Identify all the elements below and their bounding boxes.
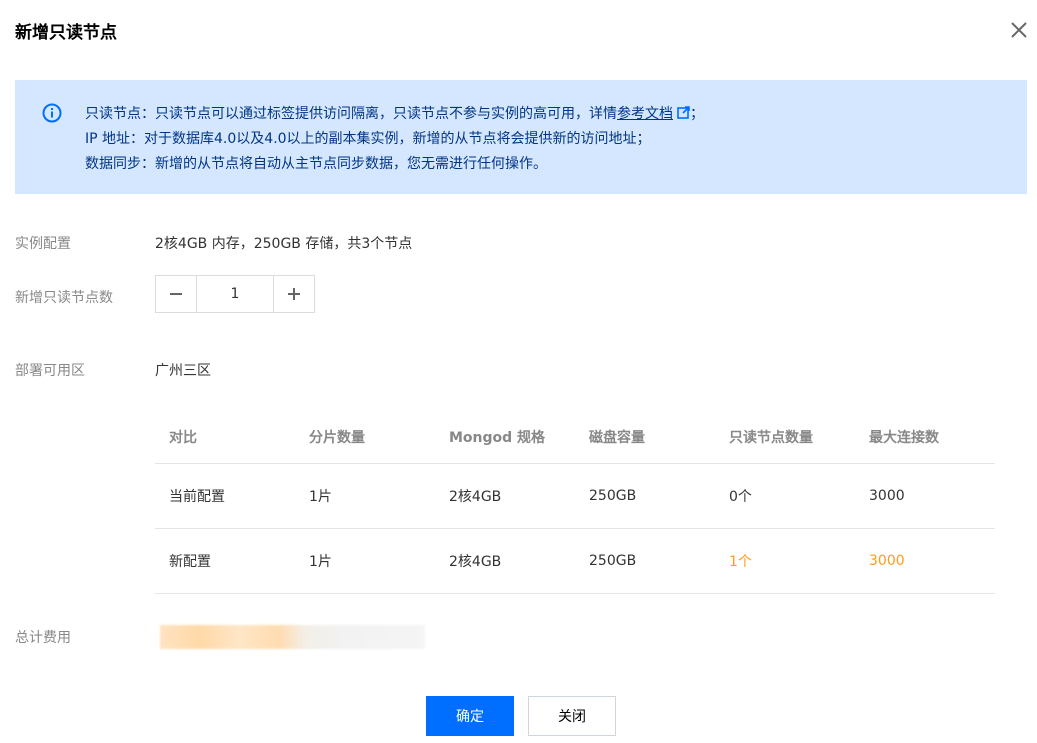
- header-disk-capacity: 磁盘容量: [575, 410, 715, 464]
- zone-value: 广州三区: [155, 363, 211, 379]
- zone-label: 部署可用区: [15, 363, 85, 379]
- table-row: 当前配置 1片 2核4GB 250GB 0个 3000: [155, 463, 995, 529]
- notice-line-readonly: 只读节点：只读节点可以通过标签提供访问隔离，只读节点不参与实例的高可用，详情参考…: [85, 106, 704, 122]
- cell-disk-capacity: 250GB: [575, 463, 715, 529]
- cell-config-name: 当前配置: [155, 463, 295, 529]
- minus-icon: [170, 293, 182, 295]
- total-cost-label: 总计费用: [15, 630, 71, 646]
- cell-shard-count: 1片: [295, 528, 435, 594]
- header-readonly-node-count: 只读节点数量: [715, 410, 855, 464]
- cell-config-name: 新配置: [155, 528, 295, 594]
- cell-max-connections: 3000: [855, 463, 995, 529]
- notice-line-sync: 数据同步：新增的从节点将自动从主节点同步数据，您无需进行任何操作。: [85, 156, 547, 172]
- reference-doc-link[interactable]: 参考文档: [617, 106, 673, 122]
- header-mongod-spec: Mongod 规格: [435, 410, 575, 464]
- instance-config-label: 实例配置: [15, 236, 71, 252]
- readonly-count-label: 新增只读节点数: [15, 290, 113, 306]
- instance-config-value: 2核4GB 内存，250GB 存储，共3个节点: [155, 236, 413, 252]
- decrement-button[interactable]: [156, 276, 197, 312]
- info-notice: 只读节点：只读节点可以通过标签提供访问隔离，只读节点不参与实例的高可用，详情参考…: [15, 80, 1027, 194]
- readonly-count-stepper[interactable]: 1: [155, 275, 315, 313]
- cell-max-connections: 3000: [855, 528, 995, 594]
- external-link-icon[interactable]: [677, 106, 690, 119]
- header-shard-count: 分片数量: [295, 410, 435, 464]
- header-compare: 对比: [155, 410, 295, 464]
- dialog-title: 新增只读节点: [15, 23, 117, 43]
- cell-readonly-node-count: 0个: [715, 463, 855, 529]
- table-row: 新配置 1片 2核4GB 250GB 1个 3000: [155, 528, 995, 594]
- info-icon: [42, 103, 62, 123]
- total-cost-value-blurred: [160, 625, 425, 649]
- close-icon[interactable]: [1007, 18, 1031, 42]
- table-header-row: 对比 分片数量 Mongod 规格 磁盘容量 只读节点数量 最大连接数: [155, 410, 995, 464]
- close-button[interactable]: 关闭: [528, 696, 616, 736]
- cell-shard-count: 1片: [295, 463, 435, 529]
- cell-mongod-spec: 2核4GB: [435, 463, 575, 529]
- notice-line-ip: IP 地址：对于数据库4.0以及4.0以上的副本集实例，新增的从节点将会提供新的…: [85, 131, 651, 147]
- readonly-count-input[interactable]: 1: [197, 276, 273, 312]
- cell-disk-capacity: 250GB: [575, 528, 715, 594]
- comparison-table: 对比 分片数量 Mongod 规格 磁盘容量 只读节点数量 最大连接数 当前配置…: [155, 410, 995, 594]
- confirm-button[interactable]: 确定: [426, 696, 514, 736]
- plus-icon: [288, 288, 300, 300]
- cell-mongod-spec: 2核4GB: [435, 528, 575, 594]
- cell-readonly-node-count: 1个: [715, 528, 855, 594]
- header-max-connections: 最大连接数: [855, 410, 995, 464]
- increment-button[interactable]: [273, 276, 314, 312]
